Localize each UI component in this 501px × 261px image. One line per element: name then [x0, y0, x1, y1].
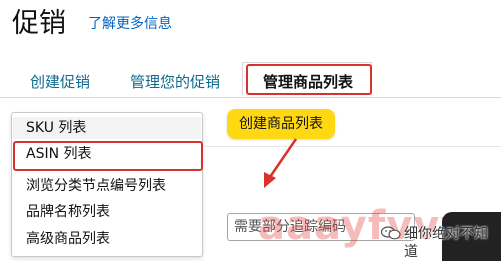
tab-highlight-box — [246, 64, 372, 95]
arrow-line — [268, 138, 298, 178]
faint-divider — [205, 146, 501, 147]
brand-caption: 细你绝对不知道 — [404, 226, 488, 260]
list-type-dropdown: SKU 列表 ASIN 列表 浏览分类节点编号列表 品牌名称列表 高级商品列表 — [11, 112, 203, 257]
tab-divider — [0, 97, 501, 98]
tab-manage-promotions[interactable]: 管理您的促销 — [130, 72, 220, 92]
dropdown-item-brand-name-list[interactable]: 品牌名称列表 — [26, 201, 110, 223]
dropdown-item-sku-list[interactable]: SKU 列表 — [26, 117, 86, 139]
dropdown-item-advanced-list[interactable]: 高级商品列表 — [26, 228, 110, 250]
wechat-icon — [381, 226, 401, 240]
tab-create-promotion[interactable]: 创建促销 — [30, 72, 90, 92]
dropdown-item-browse-node-list[interactable]: 浏览分类节点编号列表 — [26, 175, 166, 197]
create-product-list-button[interactable]: 创建商品列表 — [227, 109, 335, 139]
arrow-head — [264, 172, 276, 188]
learn-more-link[interactable]: 了解更多信息 — [88, 14, 172, 34]
asin-highlight-box — [13, 141, 203, 171]
page-title: 促销 — [12, 8, 66, 39]
